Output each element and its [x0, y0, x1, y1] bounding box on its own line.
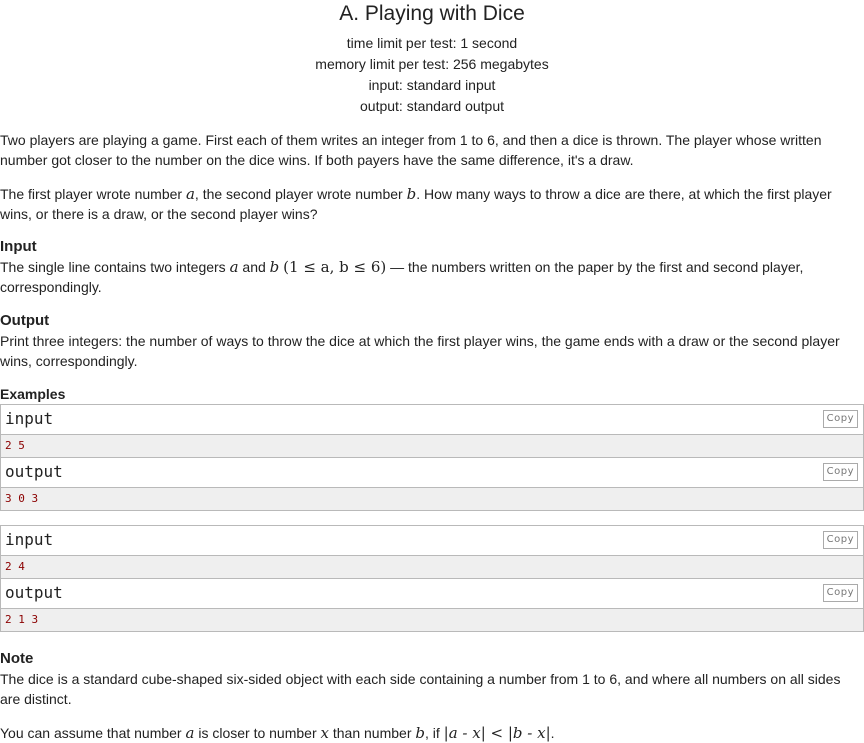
math-var-b: b [269, 258, 280, 276]
example-block: input Copy 2 5 output Copy 3 0 3 [0, 404, 864, 511]
copy-button[interactable]: Copy [822, 584, 858, 602]
input-specification: Input The single line contains two integ… [0, 237, 864, 297]
text: and [238, 259, 270, 275]
output-description: Print three integers: the number of ways… [0, 333, 840, 369]
input-description: The single line contains two integers a … [0, 257, 864, 297]
input-label: input [5, 530, 54, 549]
text: You can assume that number [0, 725, 186, 741]
math-var-a: a [185, 185, 195, 203]
example-output-value: 3 0 3 [1, 488, 863, 510]
example-input-header: input Copy [1, 526, 863, 556]
copy-button[interactable]: Copy [822, 463, 858, 481]
copy-button[interactable]: Copy [822, 531, 858, 549]
output-section-title: Output [0, 312, 50, 329]
math-var-a: a [229, 258, 239, 276]
example-output-value: 2 1 3 [1, 609, 863, 631]
text: , the second player wrote number [194, 186, 407, 202]
output-label: output [5, 462, 63, 481]
input-section-title: Input [0, 238, 37, 255]
sample-tests: Examples input Copy 2 5 output Copy 3 0 … [0, 384, 864, 632]
input-file: input: standard input [368, 77, 496, 93]
problem-title: A. Playing with Dice [339, 2, 525, 25]
time-limit: time limit per test: 1 second [346, 35, 518, 51]
output-label: output [5, 583, 63, 602]
note-paragraph-2: You can assume that number a is closer t… [0, 723, 864, 743]
input-label: input [5, 409, 54, 428]
example-input-value: 2 4 [1, 556, 863, 579]
copy-button[interactable]: Copy [822, 410, 858, 428]
math-constraint: (1 ≤ a, b ≤ 6) [283, 258, 387, 276]
output-file: output: standard output [360, 98, 504, 114]
text: The first player wrote number [0, 186, 186, 202]
statement-paragraph-2: The first player wrote number a, the sec… [0, 184, 864, 224]
example-output-header: output Copy [1, 579, 863, 609]
note-paragraph-1: The dice is a standard cube-shaped six-s… [0, 671, 841, 707]
example-input-header: input Copy [1, 405, 863, 435]
note-title: Note [0, 650, 34, 667]
math-var-b: b [415, 724, 425, 742]
text: is closer to number [194, 725, 321, 741]
problem-header: A. Playing with Dice time limit per test… [0, 1, 864, 117]
statement-paragraph-1: Two players are playing a game. First ea… [0, 132, 822, 168]
text: , if [424, 725, 444, 741]
math-var-b: b [406, 185, 417, 203]
examples-title: Examples [0, 386, 66, 402]
math-inequality: |a - x| < |b - x| [443, 724, 551, 742]
example-input-value: 2 5 [1, 435, 863, 458]
text: . [550, 725, 555, 741]
memory-limit: memory limit per test: 256 megabytes [315, 56, 549, 72]
problem-statement: Two players are playing a game. First ea… [0, 130, 864, 224]
math-var-x: x [320, 724, 329, 742]
example-output-header: output Copy [1, 458, 863, 488]
output-specification: Output Print three integers: the number … [0, 311, 864, 371]
text: The single line contains two integers [0, 259, 230, 275]
text: than number [328, 725, 416, 741]
problem-limits: time limit per test: 1 second memory lim… [0, 33, 864, 117]
note-section: Note The dice is a standard cube-shaped … [0, 649, 864, 743]
example-block: input Copy 2 4 output Copy 2 1 3 [0, 525, 864, 632]
